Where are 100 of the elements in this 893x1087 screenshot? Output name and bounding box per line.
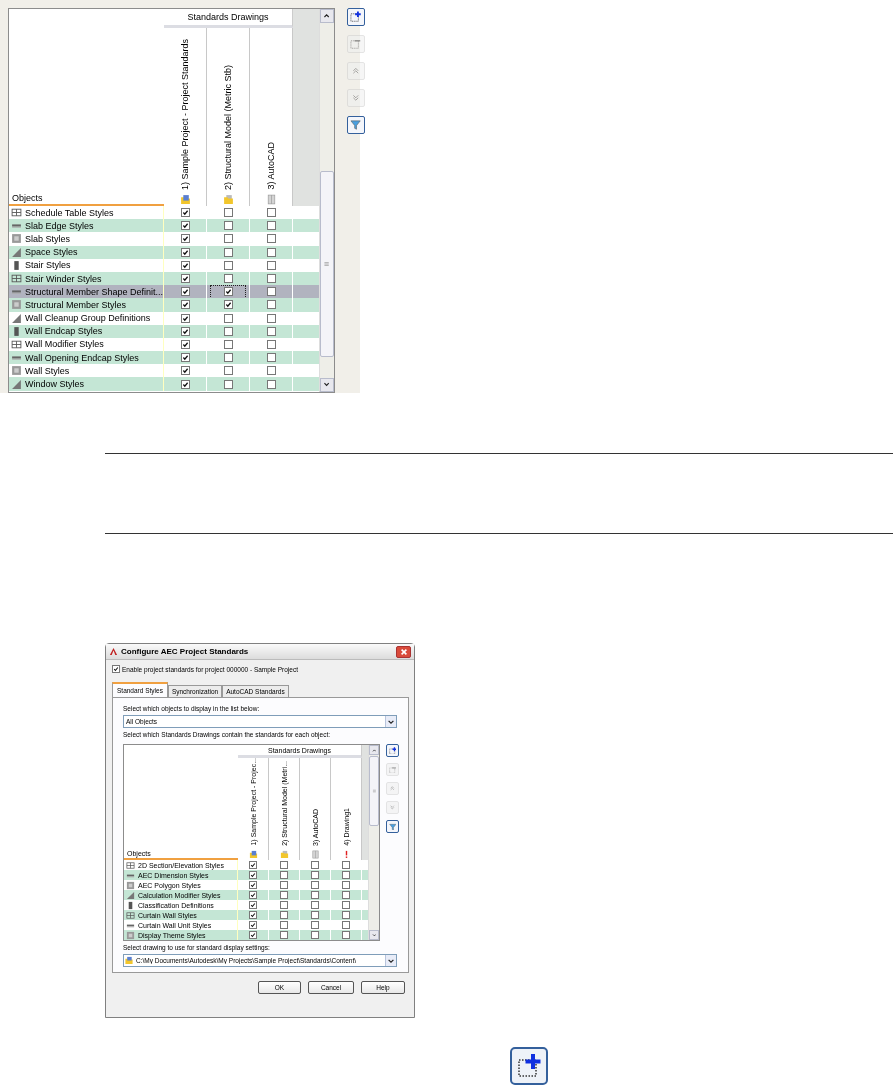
checkbox[interactable] bbox=[223, 326, 233, 336]
tool-button[interactable] bbox=[386, 820, 399, 833]
tool-button[interactable] bbox=[347, 116, 365, 134]
checkbox[interactable] bbox=[223, 353, 233, 363]
checkbox[interactable] bbox=[249, 931, 257, 939]
checkbox[interactable] bbox=[342, 921, 350, 929]
object-type-icon bbox=[11, 207, 22, 219]
checkbox[interactable] bbox=[342, 881, 350, 889]
checkbox[interactable] bbox=[266, 353, 276, 363]
checkbox[interactable] bbox=[180, 274, 190, 284]
scrollbar[interactable] bbox=[319, 9, 334, 392]
checkbox[interactable] bbox=[311, 861, 319, 869]
checkbox[interactable] bbox=[180, 300, 190, 310]
checkbox[interactable] bbox=[266, 300, 276, 310]
checkbox[interactable] bbox=[266, 366, 276, 376]
checkbox[interactable] bbox=[249, 911, 257, 919]
checkbox[interactable] bbox=[342, 891, 350, 899]
checkbox[interactable] bbox=[180, 234, 190, 244]
document-icon bbox=[265, 194, 277, 205]
checkbox[interactable] bbox=[311, 911, 319, 919]
checkbox[interactable] bbox=[280, 881, 288, 889]
column-header: 2) Structural Model (Metric Stb) bbox=[223, 64, 233, 190]
checkbox[interactable] bbox=[342, 931, 350, 939]
checkbox[interactable] bbox=[180, 313, 190, 323]
checkbox[interactable] bbox=[223, 313, 233, 323]
checkbox[interactable] bbox=[249, 871, 257, 879]
checkbox[interactable] bbox=[266, 339, 276, 349]
up-arrow-icon bbox=[389, 785, 396, 792]
checkbox[interactable] bbox=[266, 287, 276, 297]
checkbox[interactable] bbox=[280, 891, 288, 899]
checkbox[interactable] bbox=[311, 871, 319, 879]
checkbox[interactable] bbox=[342, 861, 350, 869]
checkbox[interactable] bbox=[223, 339, 233, 349]
checkbox[interactable] bbox=[311, 921, 319, 929]
object-name: Stair Winder Styles bbox=[25, 273, 102, 284]
tool-button[interactable] bbox=[347, 8, 365, 26]
checkbox[interactable] bbox=[266, 247, 276, 257]
object-name: Structural Member Styles bbox=[25, 299, 127, 310]
checkbox[interactable] bbox=[266, 208, 276, 218]
checkbox[interactable] bbox=[249, 881, 257, 889]
checkbox[interactable] bbox=[266, 221, 276, 231]
checkbox[interactable] bbox=[266, 379, 276, 389]
list-row[interactable]: Wall Opening Endcap Styles bbox=[9, 351, 319, 365]
checkbox[interactable] bbox=[223, 287, 233, 297]
checkbox[interactable] bbox=[223, 274, 233, 284]
checkbox[interactable] bbox=[249, 921, 257, 929]
checkbox[interactable] bbox=[180, 260, 190, 270]
checkbox[interactable] bbox=[180, 366, 190, 376]
checkbox[interactable] bbox=[266, 234, 276, 244]
object-name: Space Styles bbox=[25, 247, 78, 258]
checkbox[interactable] bbox=[311, 891, 319, 899]
object-type-icon bbox=[11, 325, 22, 337]
tool-button[interactable] bbox=[386, 744, 399, 757]
checkbox[interactable] bbox=[223, 234, 233, 244]
object-type-icon bbox=[11, 299, 22, 311]
checkbox[interactable] bbox=[266, 313, 276, 323]
checkbox[interactable] bbox=[180, 287, 190, 297]
checkbox[interactable] bbox=[342, 871, 350, 879]
checkbox[interactable] bbox=[311, 931, 319, 939]
checkbox[interactable] bbox=[249, 901, 257, 909]
checkbox[interactable] bbox=[180, 247, 190, 257]
checkbox[interactable] bbox=[180, 339, 190, 349]
checkbox[interactable] bbox=[180, 221, 190, 231]
checkbox[interactable] bbox=[280, 871, 288, 879]
list-row[interactable]: Structural Member Styles bbox=[9, 298, 319, 312]
checkbox[interactable] bbox=[266, 274, 276, 284]
checkbox[interactable] bbox=[180, 208, 190, 218]
list-row[interactable]: Window Styles bbox=[9, 377, 319, 391]
list-row[interactable]: Structural Member Shape Definit... bbox=[9, 285, 319, 299]
checkbox[interactable] bbox=[249, 861, 257, 869]
checkbox[interactable] bbox=[223, 208, 233, 218]
checkbox[interactable] bbox=[311, 881, 319, 889]
scroll-up-icon bbox=[323, 12, 331, 20]
checkbox[interactable] bbox=[223, 300, 233, 310]
list-row[interactable]: Slab Edge Styles bbox=[9, 219, 319, 233]
checkbox[interactable] bbox=[280, 861, 288, 869]
checkbox[interactable] bbox=[223, 379, 233, 389]
checkbox[interactable] bbox=[223, 260, 233, 270]
checkbox[interactable] bbox=[180, 379, 190, 389]
checkbox[interactable] bbox=[280, 931, 288, 939]
checkbox[interactable] bbox=[266, 260, 276, 270]
checkbox[interactable] bbox=[280, 921, 288, 929]
down-arrow-icon bbox=[351, 93, 361, 103]
checkbox[interactable] bbox=[180, 353, 190, 363]
checkbox[interactable] bbox=[280, 911, 288, 919]
checkbox[interactable] bbox=[180, 326, 190, 336]
checkbox[interactable] bbox=[223, 221, 233, 231]
checkbox[interactable] bbox=[249, 891, 257, 899]
checkbox[interactable] bbox=[342, 911, 350, 919]
checkbox[interactable] bbox=[112, 665, 120, 673]
object-name: Wall Cleanup Group Definitions bbox=[25, 313, 151, 324]
scrollbar[interactable] bbox=[368, 745, 379, 940]
remove-icon bbox=[350, 38, 362, 50]
close-button[interactable] bbox=[396, 645, 411, 658]
checkbox[interactable] bbox=[223, 247, 233, 257]
checkbox[interactable] bbox=[311, 901, 319, 909]
checkbox[interactable] bbox=[342, 901, 350, 909]
checkbox[interactable] bbox=[280, 901, 288, 909]
checkbox[interactable] bbox=[266, 326, 276, 336]
checkbox[interactable] bbox=[223, 366, 233, 376]
